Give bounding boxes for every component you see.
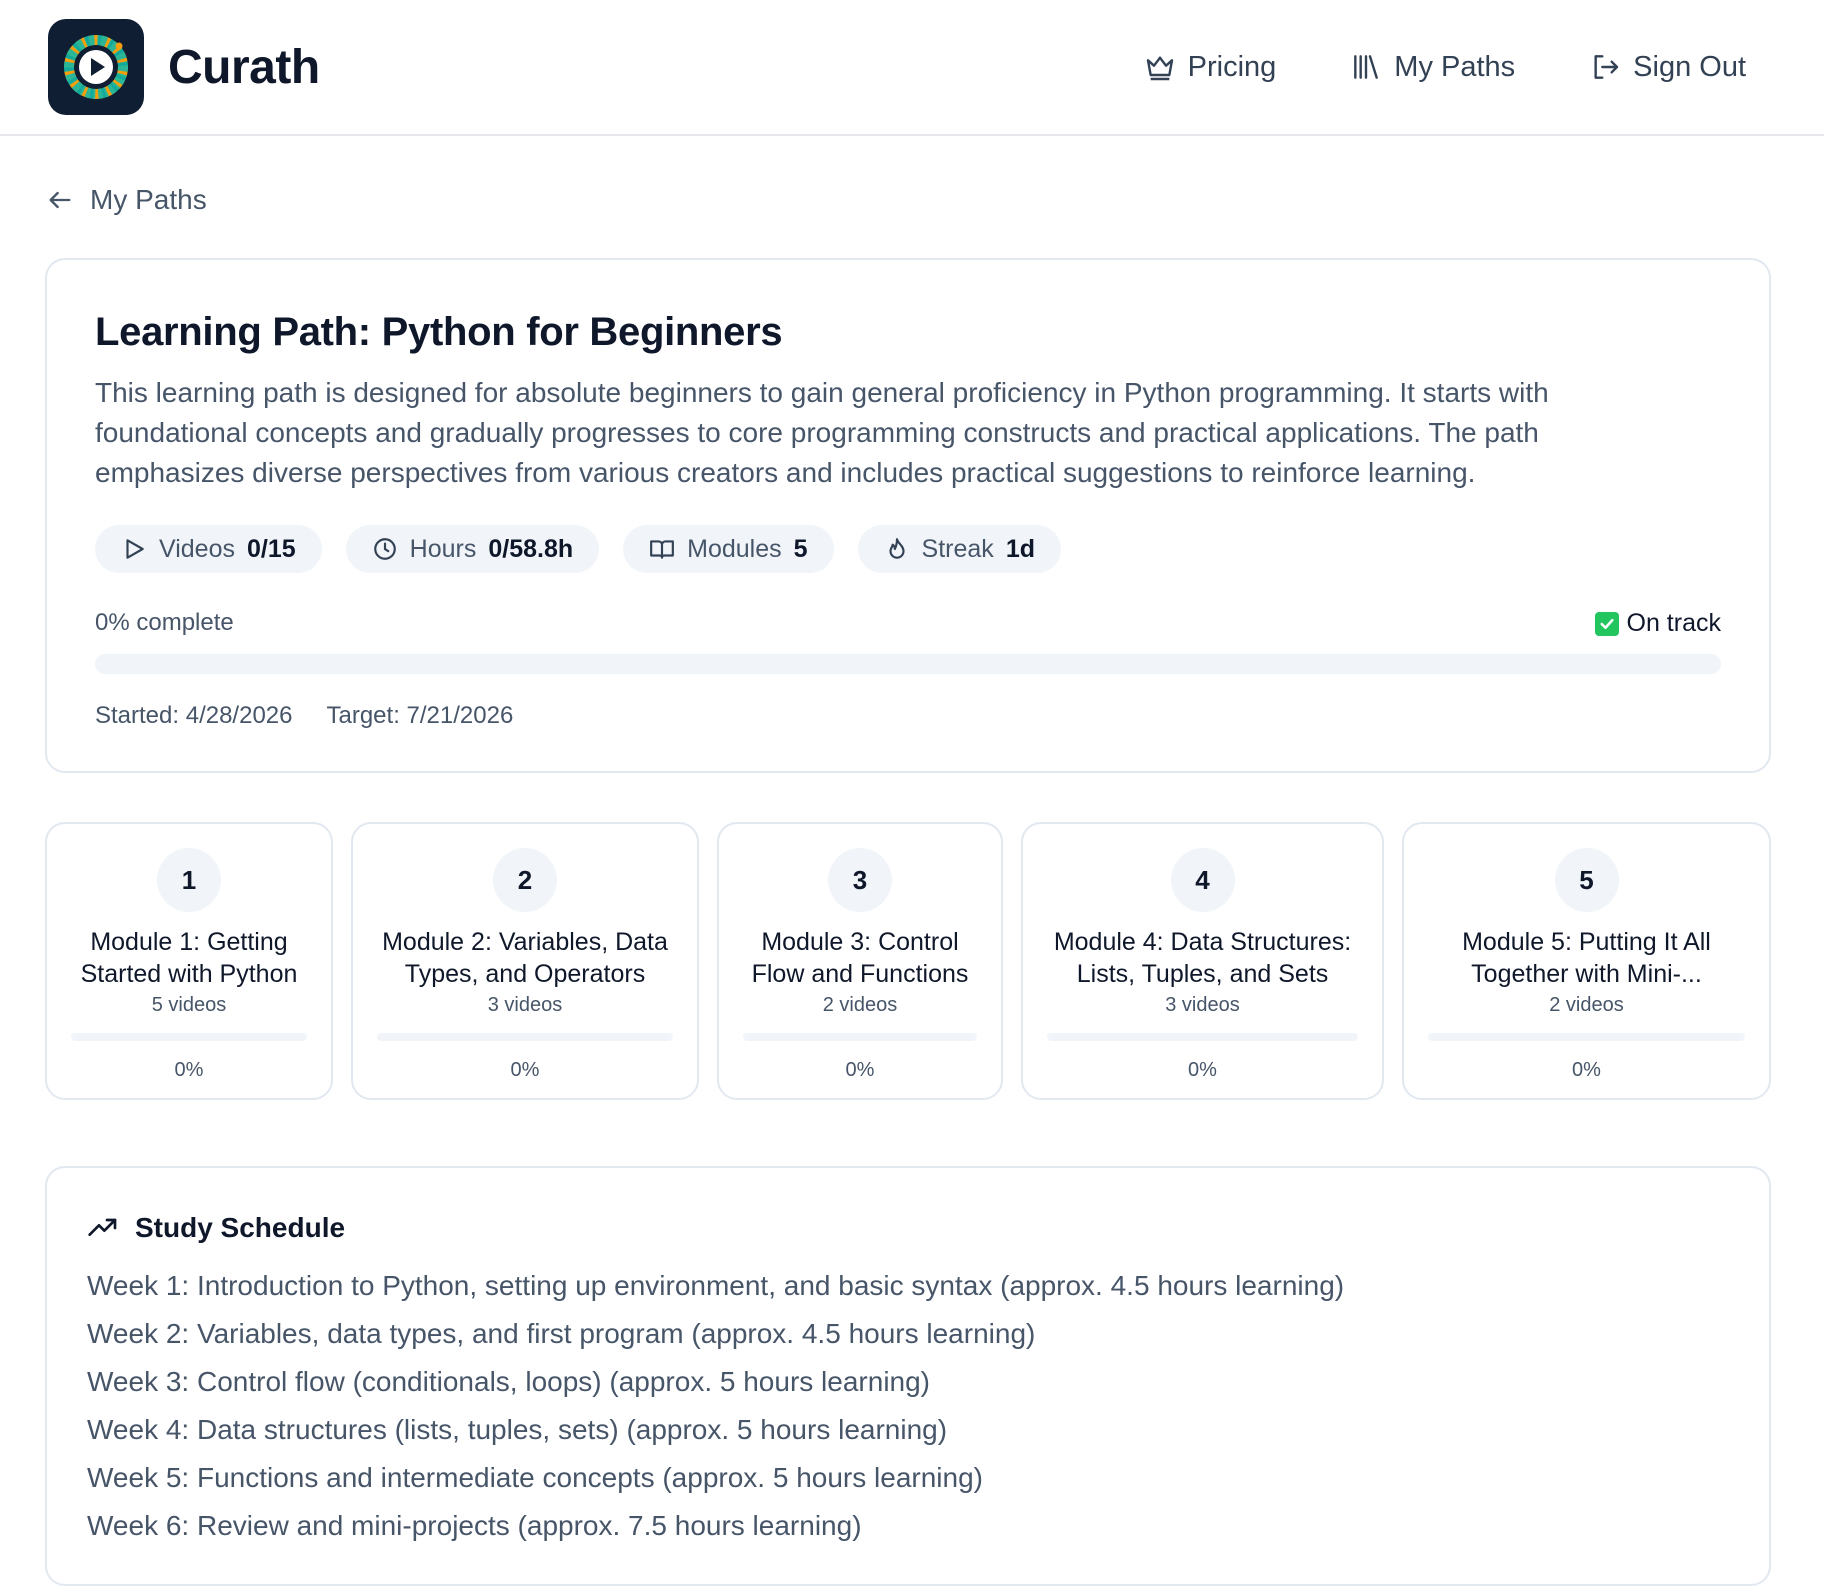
arrow-left-icon [49,191,71,209]
module-card-5[interactable]: 5 Module 5: Putting It All Together with… [1402,822,1771,1100]
path-progress-bar [95,654,1721,674]
module-number: 1 [157,848,221,912]
stat-streak-value: 1d [1005,534,1035,563]
progress-label: 0% complete [95,609,234,636]
stat-videos-label: Videos [159,534,235,563]
play-icon [126,539,144,559]
flame-icon [888,538,905,559]
progress-row: 0% complete On track [95,609,1721,638]
module-percent: 0% [174,1059,204,1081]
module-number: 5 [1554,848,1619,912]
check-box-icon [1594,611,1619,636]
started-date: Started: 4/28/2026 [95,702,293,729]
module-percent: 0% [845,1059,875,1081]
study-schedule-title: Study Schedule [135,1212,346,1243]
clock-icon [373,538,396,560]
module-video-count: 3 videos [1165,994,1240,1016]
library-icon [1354,55,1379,79]
back-to-my-paths-link[interactable]: My Paths [46,184,207,216]
module-title: Module 5: Putting It All Together with M… [1462,928,1711,988]
stat-videos: Videos 0/15 [95,525,322,573]
module-card-4[interactable]: 4 Module 4: Data Structures: Lists, Tupl… [1021,822,1384,1100]
back-link-label: My Paths [90,184,207,215]
module-title: Module 3: Control Flow and Functions [751,928,969,988]
module-progress-bar [1428,1033,1745,1041]
trending-up-icon [88,1218,117,1236]
module-card-3[interactable]: 3 Module 3: Control Flow and Functions 2… [717,822,1003,1100]
module-video-count: 3 videos [487,994,563,1016]
stat-hours: Hours 0/58.8h [345,525,600,573]
path-dates: Started: 4/28/2026 Target: 7/21/2026 [95,702,1721,730]
module-progress-bar [743,1033,977,1041]
module-title: Module 1: Getting Started with Python [80,928,298,988]
module-percent: 0% [1572,1059,1601,1081]
module-number: 4 [1170,848,1235,912]
schedule-week-1: Week 1: Introduction to Python, setting … [87,1270,1345,1301]
crown-icon [1146,56,1173,81]
nav-sign-out-label: Sign Out [1633,50,1746,83]
stat-modules-value: 5 [793,534,808,563]
module-video-count: 2 videos [1549,994,1624,1016]
modules-row: 1 Module 1: Getting Started with Python … [45,822,1771,1100]
stat-hours-value: 0/58.8h [488,534,574,563]
module-card-2[interactable]: 2 Module 2: Variables, Data Types, and O… [351,822,699,1100]
nav-my-paths-label: My Paths [1394,50,1516,83]
stat-videos-value: 0/15 [247,534,296,563]
study-schedule-header: Study Schedule [87,1212,1729,1244]
path-title: Learning Path: Python for Beginners [95,310,783,354]
study-schedule-card: Study Schedule Week 1: Introduction to P… [45,1166,1771,1586]
module-number: 3 [828,848,892,912]
schedule-week-6: Week 6: Review and mini-projects (approx… [87,1510,862,1541]
schedule-week-4: Week 4: Data structures (lists, tuples, … [87,1414,948,1445]
module-video-count: 5 videos [151,994,227,1016]
path-description: This learning path is designed for absol… [95,377,1549,488]
status-label: On track [1626,609,1721,637]
brand-name[interactable]: Curath [168,40,320,95]
nav-pricing-label: Pricing [1187,50,1277,83]
schedule-list: Week 1: Introduction to Python, setting … [87,1262,1729,1550]
sign-out-icon [1594,55,1619,79]
stat-hours-label: Hours [409,534,477,563]
schedule-week-5: Week 5: Functions and intermediate conce… [87,1462,983,1493]
module-progress-bar [1047,1033,1358,1041]
nav-my-paths[interactable]: My Paths [1350,51,1515,84]
module-percent: 0% [1188,1059,1217,1081]
module-percent: 0% [510,1059,540,1081]
stat-modules: Modules 5 [623,525,834,573]
module-card-1[interactable]: 1 Module 1: Getting Started with Python … [45,822,333,1100]
module-video-count: 2 videos [822,994,898,1016]
learning-path-card: Learning Path: Python for Beginners This… [45,258,1771,773]
top-navbar: Curath Pricing My Paths Sign Out [0,0,1824,136]
status-badge: On track [1594,609,1721,638]
nav-sign-out[interactable]: Sign Out [1589,51,1746,84]
path-stats: Videos 0/15 Hours 0/58.8h Modules 5 Stre… [95,525,1721,573]
nav-pricing[interactable]: Pricing [1144,50,1277,84]
module-title: Module 4: Data Structures: Lists, Tuples… [1053,928,1352,988]
module-progress-bar [71,1033,307,1041]
module-number: 2 [493,848,557,912]
module-title: Module 2: Variables, Data Types, and Ope… [382,928,668,988]
stat-streak-label: Streak [921,534,994,563]
main-nav: Pricing My Paths Sign Out [1144,51,1776,84]
schedule-week-3: Week 3: Control flow (conditionals, loop… [87,1366,931,1397]
schedule-week-2: Week 2: Variables, data types, and first… [87,1318,1036,1349]
stat-streak: Streak 1d [857,525,1061,573]
book-open-icon [650,540,675,559]
module-progress-bar [377,1033,673,1041]
stat-modules-label: Modules [687,534,782,563]
app-logo-icon[interactable] [48,19,144,115]
target-date: Target: 7/21/2026 [326,702,514,729]
